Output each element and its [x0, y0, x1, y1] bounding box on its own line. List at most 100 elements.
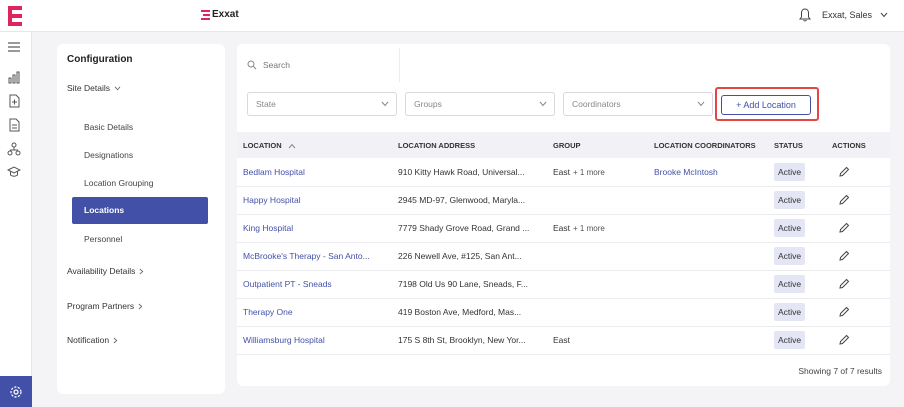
status-cell: Active	[768, 242, 826, 270]
state-filter[interactable]: State	[247, 92, 397, 116]
location-coordinators[interactable]	[648, 298, 768, 326]
location-coordinators[interactable]: Brooke McIntosh	[648, 158, 768, 186]
nav-group-notification[interactable]: Notification	[67, 335, 118, 345]
chevron-down-icon	[539, 101, 547, 107]
nav-group-label: Site Details	[67, 83, 110, 93]
location-group: East + 1 more	[553, 223, 605, 233]
actions-cell	[826, 326, 890, 354]
location-coordinators[interactable]	[648, 214, 768, 242]
user-menu-label[interactable]: Exxat, Sales	[822, 10, 872, 20]
location-name[interactable]: Outpatient PT - Sneads	[237, 270, 392, 298]
status-badge: Active	[774, 275, 806, 293]
state-filter-label: State	[256, 99, 276, 109]
exxat-mark-icon	[201, 9, 210, 20]
analytics-icon[interactable]	[7, 70, 21, 84]
location-address: 226 Newell Ave, #125, San Ant...	[398, 251, 522, 261]
nav-group-label: Program Partners	[67, 301, 135, 311]
nav-group-availability-details[interactable]: Availability Details	[67, 266, 144, 276]
location-name[interactable]: Therapy One	[237, 298, 392, 326]
chevron-down-icon	[381, 101, 389, 107]
status-cell: Active	[768, 326, 826, 354]
column-header-status: STATUS	[774, 140, 803, 150]
icon-rail	[0, 32, 32, 407]
brand: Exxat	[201, 9, 239, 20]
location-coordinators[interactable]	[648, 242, 768, 270]
bell-icon[interactable]	[799, 8, 811, 22]
location-name[interactable]: King Hospital	[237, 214, 392, 242]
group-more-link[interactable]: + 1 more	[573, 168, 605, 177]
network-icon[interactable]	[7, 142, 21, 156]
add-document-icon[interactable]	[7, 94, 21, 108]
locations-table: LOCATION LOCATION ADDRESS GROUP LOCATION…	[237, 132, 890, 355]
edit-pencil-icon[interactable]	[838, 194, 850, 206]
nav-group-site-details[interactable]: Site Details	[67, 83, 121, 93]
location-name[interactable]: McBrooke's Therapy - San Anto...	[237, 242, 392, 270]
edit-pencil-icon[interactable]	[838, 250, 850, 262]
location-coordinators[interactable]	[648, 270, 768, 298]
location-group	[547, 270, 648, 298]
column-header-location[interactable]: LOCATION	[237, 132, 392, 158]
location-address: 7779 Shady Grove Road, Grand ...	[398, 223, 530, 233]
location-group	[547, 242, 648, 270]
table-row: Bedlam Hospital 910 Kitty Hawk Road, Uni…	[237, 158, 890, 186]
location-address: 910 Kitty Hawk Road, Universal...	[398, 166, 525, 177]
location-address: 7198 Old Us 90 Lane, Sneads, F...	[398, 279, 528, 289]
settings-button[interactable]	[0, 376, 32, 407]
chevron-down-icon	[697, 101, 705, 107]
table-row: McBrooke's Therapy - San Anto... 226 New…	[237, 242, 890, 270]
divider	[399, 48, 400, 82]
group-more-link[interactable]: + 1 more	[573, 224, 605, 233]
nav-group-program-partners[interactable]: Program Partners	[67, 301, 143, 311]
sort-asc-icon[interactable]	[288, 143, 296, 149]
search-input[interactable]	[263, 60, 373, 70]
location-name[interactable]: Bedlam Hospital	[237, 158, 392, 186]
actions-cell	[826, 298, 890, 326]
status-cell: Active	[768, 270, 826, 298]
actions-cell	[826, 158, 890, 186]
menu-icon[interactable]	[7, 40, 21, 54]
location-name[interactable]: Happy Hospital	[237, 186, 392, 214]
groups-filter[interactable]: Groups	[405, 92, 555, 116]
document-icon[interactable]	[7, 118, 21, 132]
nav-item-basic-details[interactable]: Basic Details	[84, 122, 133, 132]
nav-item-designations[interactable]: Designations	[84, 150, 133, 160]
coordinators-filter-label: Coordinators	[572, 99, 621, 109]
status-cell: Active	[768, 298, 826, 326]
results-count: Showing 7 of 7 results	[798, 366, 882, 376]
status-badge: Active	[774, 162, 806, 181]
location-coordinators[interactable]	[648, 186, 768, 214]
table-row: Therapy One 419 Boston Ave, Medford, Mas…	[237, 298, 890, 326]
edit-pencil-icon[interactable]	[838, 306, 850, 318]
nav-item-locations[interactable]: Locations	[72, 197, 208, 224]
location-group: East	[553, 335, 571, 345]
table-row: Happy Hospital 2945 MD-97, Glenwood, Mar…	[237, 186, 890, 214]
actions-cell	[826, 214, 890, 242]
location-coordinators[interactable]	[648, 326, 768, 354]
table-row: Williamsburg Hospital 175 S 8th St, Broo…	[237, 326, 890, 354]
actions-cell	[826, 242, 890, 270]
coordinators-filter[interactable]: Coordinators	[563, 92, 713, 116]
status-badge: Active	[774, 303, 806, 321]
groups-filter-label: Groups	[414, 99, 442, 109]
location-name[interactable]: Williamsburg Hospital	[237, 326, 392, 354]
nav-group-label: Notification	[67, 335, 110, 345]
status-badge: Active	[774, 331, 806, 349]
column-header-location-address: LOCATION ADDRESS	[398, 140, 476, 150]
edit-pencil-icon[interactable]	[838, 166, 850, 178]
edit-pencil-icon[interactable]	[838, 222, 850, 234]
configuration-title: Configuration	[67, 54, 133, 65]
edit-pencil-icon[interactable]	[838, 278, 850, 290]
status-badge: Active	[774, 191, 806, 209]
nav-group-label: Availability Details	[67, 266, 136, 276]
location-address: 175 S 8th St, Brooklyn, New Yor...	[398, 335, 526, 345]
chevron-down-icon[interactable]	[880, 12, 888, 18]
nav-item-location-grouping[interactable]: Location Grouping	[84, 178, 153, 188]
exxat-logo-icon[interactable]	[8, 6, 22, 26]
location-group: East + 1 more	[553, 166, 605, 177]
nav-item-personnel[interactable]: Personnel	[84, 234, 122, 244]
add-location-button[interactable]: + Add Location	[721, 95, 811, 115]
graduation-icon[interactable]	[7, 165, 21, 179]
search-icon	[247, 60, 257, 70]
edit-pencil-icon[interactable]	[838, 334, 850, 346]
location-group	[547, 298, 648, 326]
